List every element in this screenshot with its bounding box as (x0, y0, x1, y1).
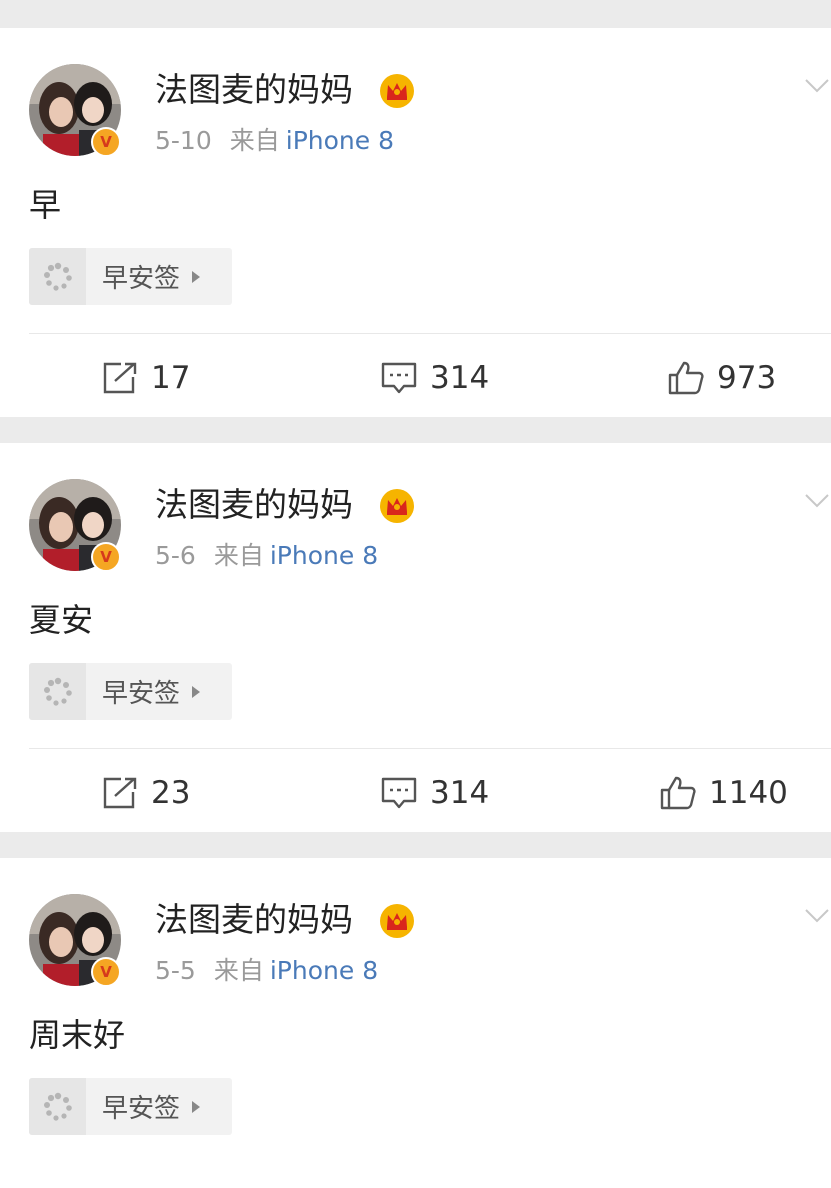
like-count: 973 (717, 360, 777, 396)
post-date: 5-10 (155, 126, 212, 155)
verified-badge: V (91, 957, 121, 987)
like-icon (660, 776, 696, 810)
post-date: 5-5 (155, 956, 196, 985)
spinner-icon (43, 1092, 72, 1121)
tag-icon-box (29, 248, 86, 305)
source-link[interactable]: iPhone 8 (270, 956, 378, 985)
feed-post: V 法图麦的妈妈 5-10 来自 iPhone 8 早 早安签 17 314 9… (0, 28, 831, 417)
comment-icon (381, 362, 417, 394)
post-meta: 5-10 来自 iPhone 8 (155, 124, 394, 158)
post-separator (0, 832, 831, 858)
tag-chip[interactable]: 早安签 (29, 248, 232, 305)
chevron-down-icon[interactable] (803, 76, 831, 96)
tag-icon-box (29, 1078, 86, 1135)
comment-icon (381, 777, 417, 809)
verified-badge: V (91, 127, 121, 157)
tag-arrow-icon (192, 270, 201, 283)
username[interactable]: 法图麦的妈妈 (155, 68, 353, 112)
post-separator (0, 417, 831, 443)
post-date: 5-6 (155, 541, 196, 570)
post-meta: 5-6 来自 iPhone 8 (155, 539, 378, 573)
tag-label: 早安签 (102, 679, 181, 709)
top-spacer (0, 0, 831, 28)
repost-button[interactable]: 17 (101, 356, 190, 400)
repost-count: 17 (151, 360, 191, 396)
source-prefix: 来自 (229, 126, 280, 155)
spinner-icon (43, 262, 72, 291)
repost-icon (103, 777, 137, 809)
divider (29, 333, 831, 334)
post-meta: 5-5 来自 iPhone 8 (155, 954, 378, 988)
tag-chip[interactable]: 早安签 (29, 663, 232, 720)
post-content: 夏安 (29, 601, 94, 639)
like-button[interactable]: 973 (667, 356, 776, 400)
comment-count: 314 (430, 775, 490, 811)
tag-label: 早安签 (102, 264, 181, 294)
source-prefix: 来自 (213, 541, 264, 570)
crown-icon[interactable] (378, 902, 416, 940)
tag-arrow-icon (192, 685, 201, 698)
spinner-icon (43, 677, 72, 706)
crown-icon[interactable] (378, 487, 416, 525)
post-content: 早 (29, 186, 62, 224)
comment-count: 314 (430, 360, 490, 396)
like-icon (668, 361, 704, 395)
source-link[interactable]: iPhone 8 (270, 541, 378, 570)
crown-icon[interactable] (378, 72, 416, 110)
source-prefix: 来自 (213, 956, 264, 985)
feed-post: V 法图麦的妈妈 5-6 来自 iPhone 8 夏安 早安签 23 314 1… (0, 443, 831, 832)
source-link[interactable]: iPhone 8 (286, 126, 394, 155)
divider (29, 748, 831, 749)
repost-icon (103, 362, 137, 394)
tag-chip[interactable]: 早安签 (29, 1078, 232, 1135)
verified-badge: V (91, 542, 121, 572)
tag-icon-box (29, 663, 86, 720)
tag-label: 早安签 (102, 1094, 181, 1124)
username[interactable]: 法图麦的妈妈 (155, 483, 353, 527)
tag-arrow-icon (192, 1100, 201, 1113)
comment-button[interactable]: 314 (380, 771, 489, 815)
chevron-down-icon[interactable] (803, 491, 831, 511)
comment-button[interactable]: 314 (380, 356, 489, 400)
like-button[interactable]: 1140 (659, 771, 788, 815)
like-count: 1140 (709, 775, 788, 811)
username[interactable]: 法图麦的妈妈 (155, 898, 353, 942)
chevron-down-icon[interactable] (803, 906, 831, 926)
post-content: 周末好 (29, 1016, 126, 1054)
repost-button[interactable]: 23 (101, 771, 190, 815)
feed-post: V 法图麦的妈妈 5-5 来自 iPhone 8 周末好 早安签 (0, 858, 831, 1188)
repost-count: 23 (151, 775, 191, 811)
